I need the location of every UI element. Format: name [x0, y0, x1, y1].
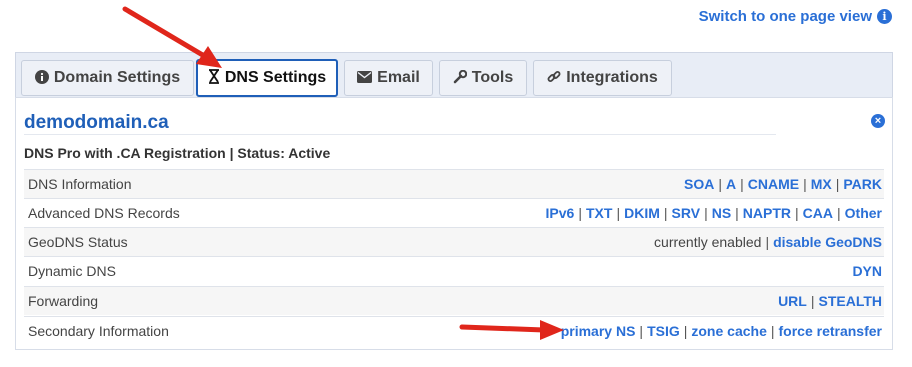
tab-label: DNS Settings — [224, 69, 327, 86]
row-label: GeoDNS Status — [28, 234, 128, 250]
tab-label: Integrations — [566, 69, 658, 86]
divider — [24, 134, 776, 135]
url-link[interactable]: URL — [778, 293, 807, 309]
txt-link[interactable]: TXT — [586, 205, 612, 221]
tab-label: Domain Settings — [53, 69, 181, 86]
info-circle-icon — [34, 69, 49, 87]
ns-link[interactable]: NS — [712, 205, 731, 221]
soa-link[interactable]: SOA — [684, 176, 714, 192]
other-link[interactable]: Other — [845, 205, 882, 221]
info-icon: i — [877, 9, 892, 24]
envelope-icon — [357, 70, 373, 86]
row-label: Dynamic DNS — [28, 263, 116, 279]
row-forwarding: Forwarding URL | STEALTH — [24, 286, 884, 315]
row-label: DNS Information — [28, 176, 132, 192]
park-link[interactable]: PARK — [843, 176, 882, 192]
wrench-icon — [453, 69, 467, 87]
dyn-link[interactable]: DYN — [852, 263, 882, 279]
force-retransfer-link[interactable]: force retransfer — [779, 323, 883, 339]
tab-tools[interactable]: Tools — [439, 60, 527, 96]
naptr-link[interactable]: NAPTR — [743, 205, 791, 221]
row-advanced-dns-records: Advanced DNS Records IPv6 | TXT | DKIM | SRV | N… — [24, 198, 884, 227]
stealth-link[interactable]: STEALTH — [818, 293, 882, 309]
geodns-status-text: currently enabled — [654, 234, 762, 250]
domain-name[interactable]: demodomain.ca — [24, 112, 169, 134]
disable-geodns-link[interactable]: disable GeoDNS — [773, 234, 882, 250]
tab-label: Email — [377, 69, 420, 86]
plan-status: DNS Pro with .CA Registration | Status: … — [24, 145, 331, 161]
tab-dns-settings[interactable]: DNS Settings — [196, 59, 338, 97]
close-icon[interactable]: × — [871, 114, 885, 128]
row-secondary-information: Secondary Information primary NS | TSIG | zo… — [24, 316, 884, 345]
row-label: Secondary Information — [28, 323, 169, 339]
row-geodns-status: GeoDNS Status currently enabled | disable … — [24, 227, 884, 256]
ipv6-link[interactable]: IPv6 — [546, 205, 575, 221]
srv-link[interactable]: SRV — [672, 205, 701, 221]
tsig-link[interactable]: TSIG — [647, 323, 680, 339]
hourglass-icon — [208, 69, 220, 87]
switch-view-label[interactable]: Switch to one page view — [699, 8, 872, 25]
mx-link[interactable]: MX — [811, 176, 832, 192]
row-dynamic-dns: Dynamic DNS DYN — [24, 256, 884, 285]
row-label: Advanced DNS Records — [28, 205, 180, 221]
dkim-link[interactable]: DKIM — [624, 205, 660, 221]
tab-label: Tools — [471, 69, 514, 86]
dns-settings-panel: demodomain.ca × DNS Pro with .CA Registr… — [15, 97, 893, 350]
zone-cache-link[interactable]: zone cache — [691, 323, 766, 339]
tab-integrations[interactable]: Integrations — [533, 60, 672, 96]
tabs-bar: Domain Settings DNS Settings Email Tools… — [15, 52, 893, 97]
caa-link[interactable]: CAA — [803, 205, 833, 221]
row-label: Forwarding — [28, 293, 99, 309]
primary-ns-link[interactable]: primary NS — [561, 323, 636, 339]
row-dns-information: DNS Information SOA | A | CNAME | MX | PARK — [24, 169, 884, 198]
cname-link[interactable]: CNAME — [748, 176, 799, 192]
switch-view-link[interactable]: Switch to one page view i — [699, 8, 892, 25]
tab-domain-settings[interactable]: Domain Settings — [21, 60, 194, 96]
tab-email[interactable]: Email — [344, 60, 433, 96]
a-record-link[interactable]: A — [726, 176, 736, 192]
link-icon — [547, 70, 561, 87]
